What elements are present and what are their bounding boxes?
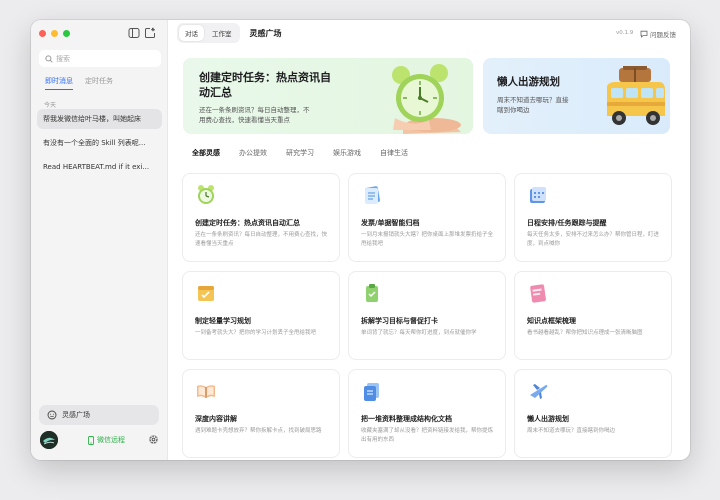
conversation-item[interactable]: 有没有一个全面的 Skill 列表呢... bbox=[37, 133, 162, 153]
category-tabs: 全部灵感 办公提效 研究学习 娱乐游戏 自律生活 bbox=[192, 148, 408, 158]
banner-description: 还在一条条刷资讯？每日自动整理，不 用费心查找，快速看懂当天重点 bbox=[199, 105, 310, 125]
chat-bubble-icon bbox=[640, 30, 648, 38]
card-description: 还在一条条刷资讯？每日自动整理，不用费心查找，快速看懂当天重点 bbox=[195, 232, 328, 247]
featured-banner-travel-plan[interactable]: 懒人出游规划 周末不知道去哪玩？直接 瞎到你喝边 bbox=[483, 58, 670, 134]
card-description: 单词背了就忘？每天帮你盯进度，到点就催你学 bbox=[361, 330, 477, 336]
alarm-clock-icon bbox=[392, 64, 461, 134]
close-window-button[interactable] bbox=[39, 30, 46, 37]
inspiration-card[interactable]: 日程安排/任务跟踪与提醒 每天任务太多，安排不过来怎么办？帮你管日程，盯进度，到… bbox=[514, 173, 672, 262]
card-title: 制定轻量学习规划 bbox=[195, 317, 251, 325]
top-bar: 对话 工作室 灵感广场 bbox=[168, 20, 690, 46]
inspiration-card[interactable]: 把一堆资料整理成结构化文档 收藏夹塞满了却从没看？把资料链接发给我，帮你提炼出有… bbox=[348, 369, 506, 458]
sidebar-toggle-icon[interactable] bbox=[128, 27, 140, 39]
banner-title-line: 创建定时任务：热点资讯自 bbox=[199, 71, 331, 84]
minimize-window-button[interactable] bbox=[51, 30, 58, 37]
card-title: 创建定时任务：热点资讯自动汇总 bbox=[195, 219, 300, 227]
search-input[interactable] bbox=[56, 54, 156, 63]
category-self-discipline[interactable]: 自律生活 bbox=[380, 148, 408, 158]
card-title: 知识点框架梳理 bbox=[527, 317, 576, 325]
category-research[interactable]: 研究学习 bbox=[286, 148, 314, 158]
inspiration-card[interactable]: 发票/单据智能归档 一到月末报销就头大瞎？把你桌面上那堆发票扔给子全甩给我吧 bbox=[348, 173, 506, 262]
phone-icon bbox=[88, 435, 94, 445]
tab-instant-messages[interactable]: 即时消息 bbox=[45, 76, 73, 90]
banner-title: 创建定时任务：热点资讯自 动汇总 bbox=[199, 70, 331, 100]
app-window: 即时消息 定时任务 今天 帮我发微信给叶马楼，叫她起床 有没有一个全面的 Ski… bbox=[31, 20, 690, 460]
banner-description: 周末不知道去哪玩？直接 瞎到你喝边 bbox=[497, 95, 569, 115]
card-description: 收藏夹塞满了却从没看？把资料链接发给我，帮你提炼出有用的东西 bbox=[361, 428, 494, 443]
inspiration-card[interactable]: 懒人出游规划 周末不知道去哪玩？直接瞎到你喝边 bbox=[514, 369, 672, 458]
banner-desc-line: 瞎到你喝边 bbox=[497, 106, 530, 114]
avatar-image bbox=[40, 431, 58, 449]
documents-icon bbox=[364, 383, 379, 401]
card-description: 周末不知道去哪玩？直接瞎到你喝边 bbox=[527, 428, 616, 434]
card-title: 深度内容讲解 bbox=[195, 415, 237, 423]
card-title: 发票/单据智能归档 bbox=[361, 219, 420, 227]
featured-banner-scheduled-news[interactable]: 创建定时任务：热点资讯自 动汇总 还在一条条刷资讯？每日自动整理，不 用费心查找… bbox=[183, 58, 473, 134]
feedback-button[interactable]: 问题反馈 bbox=[640, 29, 676, 39]
open-book-icon bbox=[197, 385, 215, 398]
search-icon bbox=[45, 54, 53, 63]
inspiration-card[interactable]: 知识点框架梳理 看书越看越乱？帮你把知识点理成一张清晰脑图 bbox=[514, 271, 672, 360]
card-description: 看书越看越乱？帮你把知识点理成一张清晰脑图 bbox=[527, 330, 643, 336]
version-label: v0.1.9 bbox=[616, 30, 634, 36]
category-office[interactable]: 办公提效 bbox=[239, 148, 267, 158]
banner-title-line: 动汇总 bbox=[199, 86, 232, 99]
smile-icon bbox=[47, 410, 57, 420]
card-title: 拆解学习目标与督促打卡 bbox=[361, 317, 438, 325]
checklist-icon bbox=[366, 284, 378, 302]
user-avatar[interactable] bbox=[40, 431, 58, 449]
alarm-clock-icon bbox=[198, 185, 214, 204]
invoice-icon bbox=[365, 186, 380, 204]
inspiration-card[interactable]: 制定轻量学习规划 一到备考就头大？把你的学习计划丢子全甩给我吧 bbox=[182, 271, 340, 360]
search-box[interactable] bbox=[39, 50, 161, 67]
category-all[interactable]: 全部灵感 bbox=[192, 148, 220, 158]
page-title: 灵感广场 bbox=[249, 28, 282, 38]
notebook-icon bbox=[530, 284, 546, 303]
conversation-item[interactable]: 帮我发微信给叶马楼，叫她起床 bbox=[37, 109, 162, 129]
tab-studio[interactable]: 工作室 bbox=[206, 25, 238, 41]
sidebar: 即时消息 定时任务 今天 帮我发微信给叶马楼，叫她起床 有没有一个全面的 Ski… bbox=[31, 20, 168, 460]
card-title: 日程安排/任务跟踪与提醒 bbox=[527, 219, 607, 227]
banner-desc-line: 还在一条条刷资讯？每日自动整理，不 bbox=[199, 106, 310, 114]
calendar-icon bbox=[530, 187, 546, 203]
airplane-icon bbox=[530, 384, 548, 399]
feedback-label: 问题反馈 bbox=[650, 31, 676, 39]
wechat-remote-button[interactable]: 微信远程 bbox=[88, 435, 125, 445]
camper-van-icon bbox=[607, 66, 665, 125]
banner-desc-line: 用费心查找，快速看懂当天重点 bbox=[199, 116, 290, 124]
card-description: 遇到难题卡壳想放弃？帮你拆解卡点，找到破局思路 bbox=[195, 428, 322, 434]
banner-desc-line: 周末不知道去哪玩？直接 bbox=[497, 96, 569, 104]
tab-scheduled-tasks[interactable]: 定时任务 bbox=[85, 76, 113, 90]
inspiration-card[interactable]: 深度内容讲解 遇到难题卡壳想放弃？帮你拆解卡点，找到破局思路 bbox=[182, 369, 340, 458]
window-controls bbox=[39, 30, 70, 37]
card-title: 把一堆资料整理成结构化文档 bbox=[361, 415, 452, 423]
settings-gear-icon[interactable] bbox=[148, 434, 159, 445]
card-description: 一到月末报销就头大瞎？把你桌面上那堆发票扔给子全甩给我吧 bbox=[361, 232, 494, 247]
category-entertainment[interactable]: 娱乐游戏 bbox=[333, 148, 361, 158]
wechat-remote-label: 微信远程 bbox=[97, 436, 125, 444]
sidebar-tabs: 即时消息 定时任务 bbox=[45, 76, 113, 90]
section-label-today: 今天 bbox=[44, 102, 57, 109]
main-panel: 对话 工作室 灵感广场 v0.1.9 问题反馈 创建定时任务：热点资讯自 动汇总… bbox=[168, 20, 690, 460]
banner-title: 懒人出游规划 bbox=[497, 76, 560, 88]
inspiration-card[interactable]: 创建定时任务：热点资讯自动汇总 还在一条条刷资讯？每日自动整理，不用费心查找，快… bbox=[182, 173, 340, 262]
tab-chat[interactable]: 对话 bbox=[179, 25, 204, 41]
card-description: 每天任务太多，安排不过来怎么办？帮你管日程，盯进度，到点喊你 bbox=[527, 232, 660, 247]
conversation-list: 帮我发微信给叶马楼，叫她起床 有没有一个全面的 Skill 列表呢... Rea… bbox=[37, 109, 162, 181]
inspiration-plaza-button[interactable]: 灵感广场 bbox=[39, 405, 159, 425]
card-title: 懒人出游规划 bbox=[527, 415, 569, 423]
schedule-icon bbox=[198, 286, 214, 301]
conversation-item[interactable]: Read HEARTBEAT.md if it exi... bbox=[37, 157, 162, 177]
mode-switch: 对话 工作室 bbox=[177, 23, 240, 43]
inspiration-card[interactable]: 拆解学习目标与督促打卡 单词背了就忘？每天帮你盯进度，到点就催你学 bbox=[348, 271, 506, 360]
inspiration-plaza-label: 灵感广场 bbox=[62, 411, 90, 419]
new-chat-icon[interactable] bbox=[144, 27, 156, 39]
card-description: 一到备考就头大？把你的学习计划丢子全甩给我吧 bbox=[195, 330, 317, 336]
zoom-window-button[interactable] bbox=[63, 30, 70, 37]
